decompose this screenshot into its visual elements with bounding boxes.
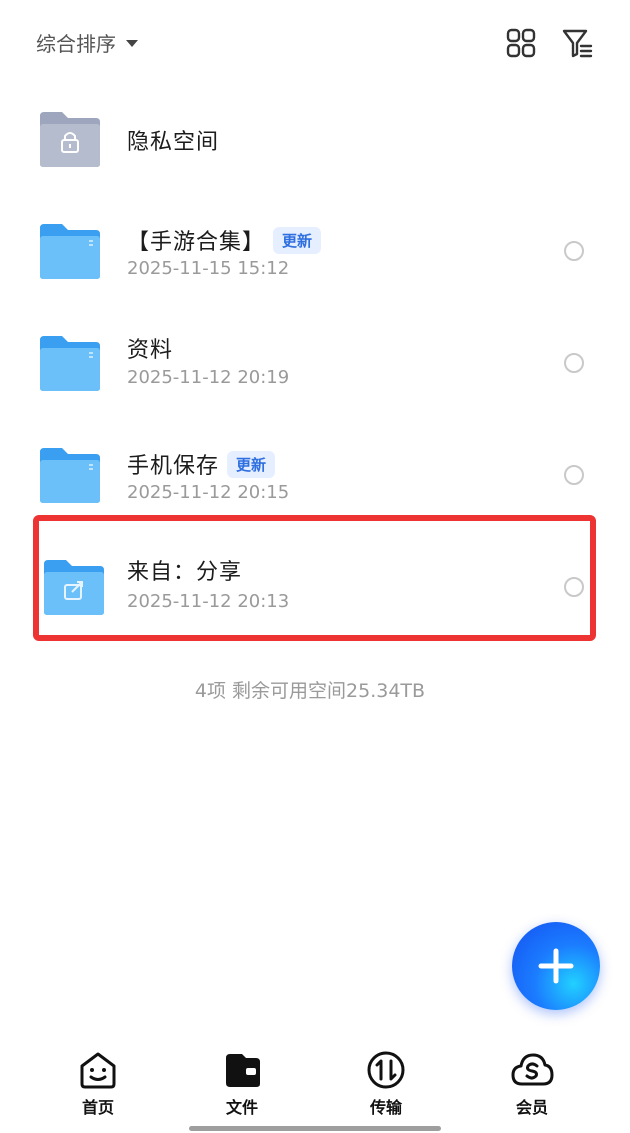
tab-transfer[interactable]: 传输 [341,1050,431,1118]
cloud-member-icon [511,1053,554,1086]
file-row-1[interactable]: 【手游合集】 更新 2025-11-15 15:12 [0,210,630,300]
highlight-box [33,515,596,641]
file-row-private[interactable]: 隐私空间 [0,100,630,180]
filter-icon[interactable] [561,26,593,60]
sort-label: 综合排序 [36,32,116,56]
folder-icon [38,334,102,392]
top-toolbar: 综合排序 [0,0,630,86]
file-name: 隐私空间 [127,130,220,155]
storage-summary: 4项 剩余可用空间25.34TB [194,680,426,702]
caret-down-icon [126,40,138,47]
home-indicator[interactable] [189,1126,441,1131]
file-row-3[interactable]: 手机保存 更新 2025-11-12 20:15 [0,434,630,524]
file-name: 【手游合集】 [127,230,266,255]
tab-label: 会员 [515,1098,548,1117]
home-face-icon [80,1052,116,1089]
file-date: 2025-11-12 20:19 [127,367,290,388]
sort-dropdown[interactable]: 综合排序 [36,28,138,57]
file-name-line: 资料 [127,332,173,364]
file-row-2[interactable]: 资料 2025-11-12 20:19 [0,322,630,412]
file-name-line: 隐私空间 [127,124,219,156]
tab-files[interactable]: 文件 [197,1050,287,1118]
tab-home[interactable]: 首页 [53,1050,143,1118]
tab-label: 首页 [81,1098,114,1117]
file-date: 2025-11-15 15:12 [127,258,290,279]
update-badge: 更新 [273,226,322,254]
wallet-file-icon [226,1054,260,1087]
tab-member[interactable]: 会员 [487,1050,577,1118]
transfer-icon [367,1051,405,1089]
select-radio[interactable] [564,241,584,261]
folder-icon [38,222,102,280]
tab-label: 传输 [369,1098,402,1117]
folder-icon [38,446,102,504]
select-radio[interactable] [564,465,584,485]
plus-icon [538,948,574,984]
add-button[interactable] [512,922,600,1010]
select-radio[interactable] [564,353,584,373]
lock-folder-icon [38,110,102,168]
file-name: 资料 [127,338,174,363]
update-badge: 更新 [227,450,276,478]
tab-label: 文件 [225,1098,258,1117]
file-name-line: 手机保存 更新 [127,448,276,480]
file-name-line: 【手游合集】 更新 [127,224,322,256]
file-name: 手机保存 [127,454,220,479]
file-date: 2025-11-12 20:15 [127,482,290,503]
bottom-tab-bar: 首页 文件 传输 会员 [0,1050,630,1133]
grid-view-icon[interactable] [505,26,537,60]
